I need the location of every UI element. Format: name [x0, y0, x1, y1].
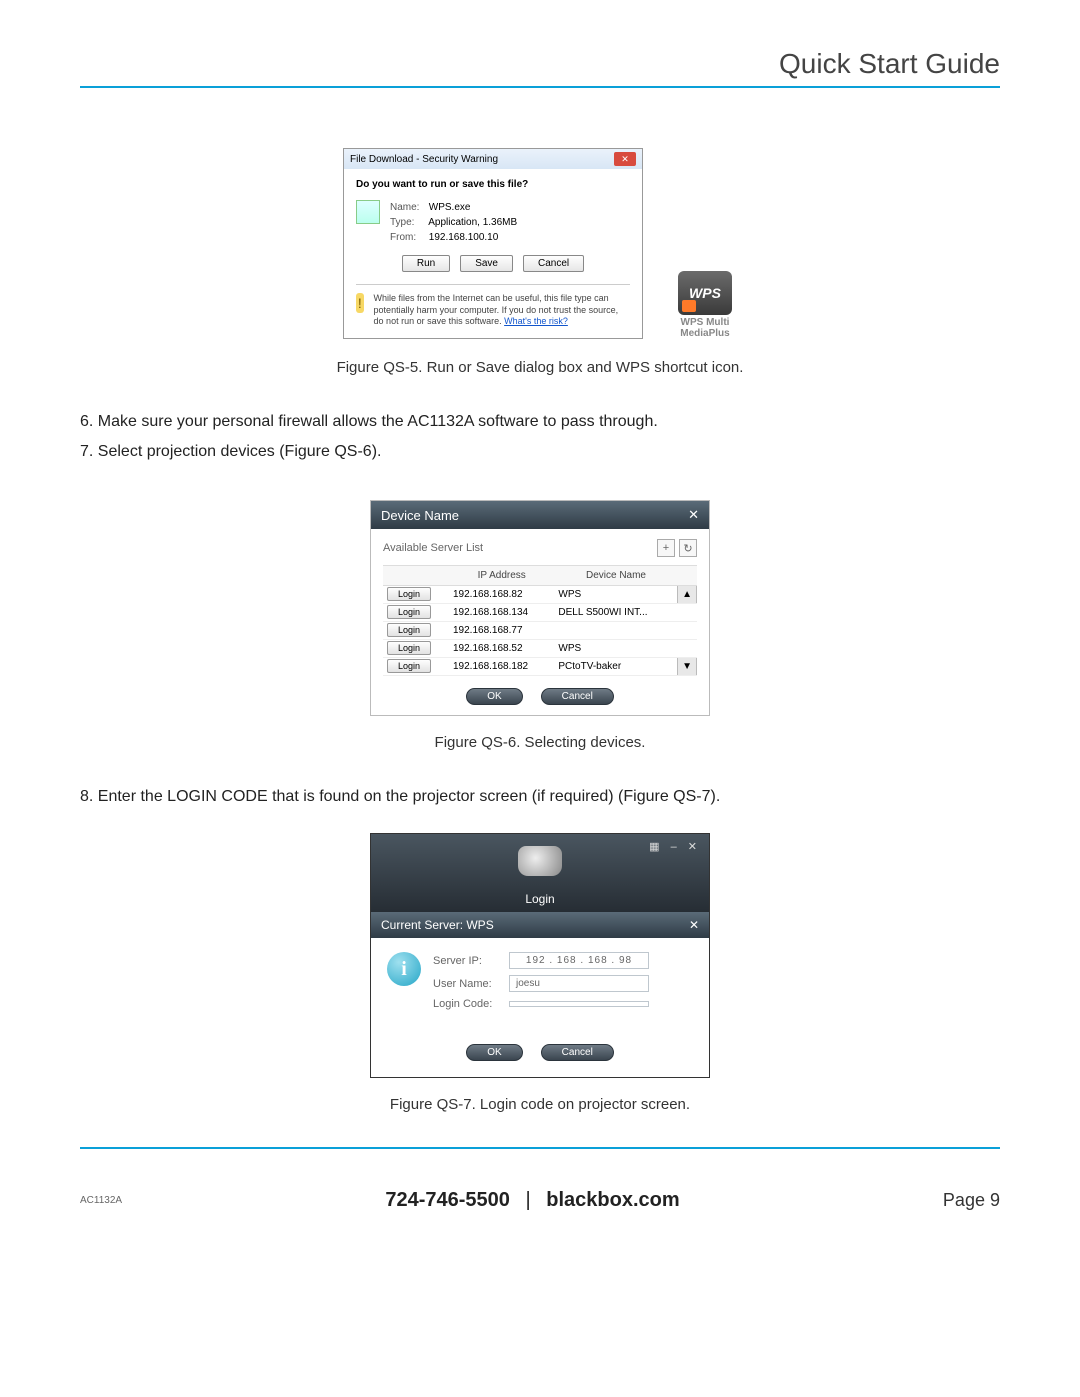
server-list-table: IP Address Device Name Login 192.168.168… [383, 565, 697, 676]
device-name-dialog: Device Name ✕ Available Server List + ↻ … [370, 500, 710, 716]
wps-shortcut-icon[interactable]: WPS WPS Multi MediaPlus [673, 271, 737, 339]
table-row: Login 192.168.168.52 WPS [383, 640, 697, 658]
available-server-list-label: Available Server List [383, 542, 483, 554]
cancel-button[interactable]: Cancel [523, 255, 584, 272]
whats-the-risk-link[interactable]: What's the risk? [504, 316, 568, 326]
device-ok-button[interactable]: OK [466, 688, 522, 705]
login-button[interactable]: Login [387, 623, 431, 637]
name-cell: PCtoTV-baker [554, 658, 677, 676]
ip-cell: 192.168.168.82 [449, 586, 554, 604]
login-dialog: ▦ – ✕ Login Current Server: WPS ✕ i Serv… [370, 833, 710, 1078]
warning-text: While files from the Internet can be use… [374, 293, 630, 328]
login-button[interactable]: Login [387, 659, 431, 673]
figure-qs6-caption: Figure QS-6. Selecting devices. [80, 734, 1000, 751]
from-label: From: [390, 230, 426, 245]
dialog-close-button[interactable]: ✕ [614, 152, 636, 166]
login-title: Login [525, 892, 554, 906]
login-code-label: Login Code: [433, 998, 509, 1010]
step-6-text: 6. Make sure your personal firewall allo… [80, 410, 1000, 434]
server-ip-input[interactable]: 192 . 168 . 168 . 98 [509, 952, 649, 969]
login-window-controls[interactable]: ▦ – ✕ [649, 840, 701, 853]
col-login [383, 566, 449, 586]
figure-qs5-row: File Download - Security Warning ✕ Do yo… [80, 148, 1000, 339]
login-logo-icon [518, 846, 562, 876]
wps-label-2: MediaPlus [673, 328, 737, 339]
table-row: Login 192.168.168.82 WPS ▲ [383, 586, 697, 604]
footer-divider [80, 1147, 1000, 1149]
login-button[interactable]: Login [387, 605, 431, 619]
wps-badge-icon: WPS [678, 271, 732, 315]
dialog-title: File Download - Security Warning [350, 154, 498, 165]
login-button[interactable]: Login [387, 641, 431, 655]
ip-cell: 192.168.168.52 [449, 640, 554, 658]
step-8-text: 8. Enter the LOGIN CODE that is found on… [80, 785, 1000, 809]
ip-cell: 192.168.168.77 [449, 622, 554, 640]
name-label: Name: [390, 200, 426, 215]
from-value: 192.168.100.10 [429, 232, 499, 243]
login-section-close-icon[interactable]: ✕ [689, 918, 699, 932]
footer-separator: | [525, 1189, 530, 1211]
header-divider [80, 86, 1000, 88]
type-value: Application, 1.36MB [428, 217, 517, 228]
figure-qs5-caption: Figure QS-5. Run or Save dialog box and … [80, 359, 1000, 376]
footer-model: AC1132A [80, 1195, 122, 1206]
name-cell [554, 622, 677, 640]
col-devicename: Device Name [554, 566, 677, 586]
table-row: Login 192.168.168.134 DELL S500WI INT... [383, 604, 697, 622]
table-row: Login 192.168.168.77 [383, 622, 697, 640]
figure-qs7-caption: Figure QS-7. Login code on projector scr… [80, 1096, 1000, 1113]
warning-icon: ! [356, 293, 364, 313]
col-ip: IP Address [449, 566, 554, 586]
step-7-text: 7. Select projection devices (Figure QS-… [80, 440, 1000, 464]
ip-cell: 192.168.168.182 [449, 658, 554, 676]
footer-site: blackbox.com [546, 1189, 679, 1211]
name-cell: WPS [554, 640, 677, 658]
scroll-up-icon[interactable]: ▲ [678, 586, 697, 604]
file-icon [356, 200, 380, 224]
scroll-down-icon[interactable]: ▼ [678, 658, 697, 676]
device-dialog-close-icon[interactable]: ✕ [688, 507, 699, 523]
info-icon: i [387, 952, 421, 986]
page-footer: AC1132A 724-746-5500 | blackbox.com Page… [0, 1179, 1080, 1212]
login-code-input[interactable] [509, 1001, 649, 1007]
current-server-label: Current Server: WPS [381, 918, 494, 932]
user-name-label: User Name: [433, 978, 509, 990]
login-cancel-button[interactable]: Cancel [541, 1044, 614, 1061]
device-dialog-title: Device Name [381, 508, 459, 523]
dialog-question: Do you want to run or save this file? [356, 179, 630, 190]
name-cell: WPS [554, 586, 677, 604]
file-download-dialog: File Download - Security Warning ✕ Do yo… [343, 148, 643, 339]
refresh-button[interactable]: ↻ [679, 539, 697, 557]
add-server-button[interactable]: + [657, 539, 675, 557]
ip-cell: 192.168.168.134 [449, 604, 554, 622]
footer-page: Page 9 [943, 1190, 1000, 1211]
name-value: WPS.exe [429, 202, 471, 213]
type-label: Type: [390, 215, 426, 230]
save-button[interactable]: Save [460, 255, 513, 272]
wps-label-1: WPS Multi [673, 317, 737, 328]
footer-phone: 724-746-5500 [385, 1189, 510, 1211]
device-cancel-button[interactable]: Cancel [541, 688, 614, 705]
table-row: Login 192.168.168.182 PCtoTV-baker ▼ [383, 658, 697, 676]
page-header-title: Quick Start Guide [80, 48, 1000, 80]
name-cell: DELL S500WI INT... [554, 604, 677, 622]
server-ip-label: Server IP: [433, 955, 509, 967]
login-ok-button[interactable]: OK [466, 1044, 522, 1061]
run-button[interactable]: Run [402, 255, 450, 272]
user-name-input[interactable]: joesu [509, 975, 649, 992]
login-button[interactable]: Login [387, 587, 431, 601]
